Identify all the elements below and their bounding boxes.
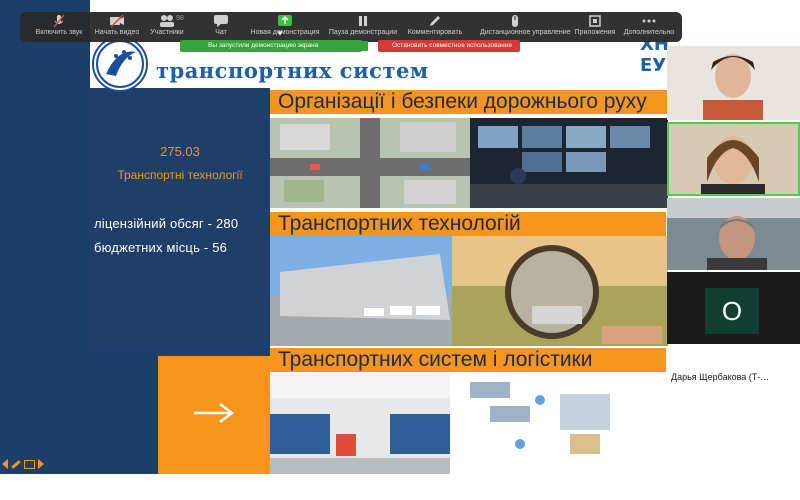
participant-name: Дарья Щербакова (Т-… (671, 372, 770, 382)
band-logistics: Транспортних систем і логістики (270, 348, 666, 372)
chat-label: Чат (215, 29, 227, 36)
annotate-button[interactable]: Комментировать (400, 12, 470, 42)
participant-video-3[interactable] (667, 198, 800, 270)
licensed-volume: ліцензійний обсяг - 280 (94, 216, 239, 231)
band-road-safety: Організації і безпеки дорожнього руху (270, 90, 668, 114)
participant-video-1[interactable] (667, 46, 800, 120)
photo-logistics-illustration (450, 374, 630, 474)
photo-magnifier-road (452, 236, 668, 346)
chevron-down-icon[interactable]: ▾ (268, 28, 292, 38)
stop-sharing-button[interactable]: Остановить совместное использование (378, 40, 520, 52)
remote-control-button[interactable]: Дистанционное управление (480, 12, 571, 42)
remote-control-label: Дистанционное управление (480, 29, 571, 36)
participant-video-2-active-speaker[interactable] (667, 122, 800, 196)
budget-places: бюджетних місць - 56 (94, 240, 228, 255)
arrow-right-small-icon[interactable] (38, 459, 44, 469)
annotate-label: Комментировать (407, 29, 463, 36)
pin-icon[interactable] (358, 41, 368, 51)
screen-icon[interactable] (24, 459, 35, 469)
photo-warehouse (270, 236, 452, 346)
arrow-left-icon[interactable] (2, 459, 8, 469)
photo-logistics-warehouse (270, 374, 450, 474)
slide-arrow-box (158, 356, 270, 474)
more-label: Дополнительно (623, 29, 675, 36)
pen-icon[interactable] (11, 459, 21, 469)
more-icon (614, 14, 684, 28)
shared-slide: транспортних систем ХНУ ЕУ 275.03 Трансп… (0, 0, 668, 500)
participants-count: 98 (176, 15, 184, 22)
participant-avatar: О (705, 288, 759, 334)
pause-share-button[interactable]: Пауза демонстрации (328, 12, 398, 42)
specialty-name: Транспортні технології (117, 168, 243, 182)
photo-traffic-control-center (470, 118, 668, 208)
chat-button[interactable]: Чат (186, 12, 256, 42)
arrow-right-icon (192, 401, 236, 430)
pause-icon (328, 14, 398, 28)
sharing-status-banner: Вы запустили демонстрацию экрана (180, 40, 362, 52)
band-transport-tech: Транспортних технологій (270, 212, 666, 236)
annotation-toolbar[interactable] (0, 456, 74, 472)
share-screen-icon (250, 14, 320, 28)
remote-control-icon (480, 14, 550, 28)
slide-left-blue-panel (0, 0, 90, 348)
photo-intersection (270, 118, 470, 208)
university-logo (92, 36, 148, 92)
chat-icon (186, 14, 256, 28)
slide-header-title: транспортних систем (156, 58, 429, 83)
specialty-code: 275.03 (160, 144, 200, 159)
pause-share-label: Пауза демонстрации (328, 29, 398, 36)
more-button[interactable]: Дополнительно (614, 12, 684, 42)
annotate-pen-icon (400, 14, 470, 28)
